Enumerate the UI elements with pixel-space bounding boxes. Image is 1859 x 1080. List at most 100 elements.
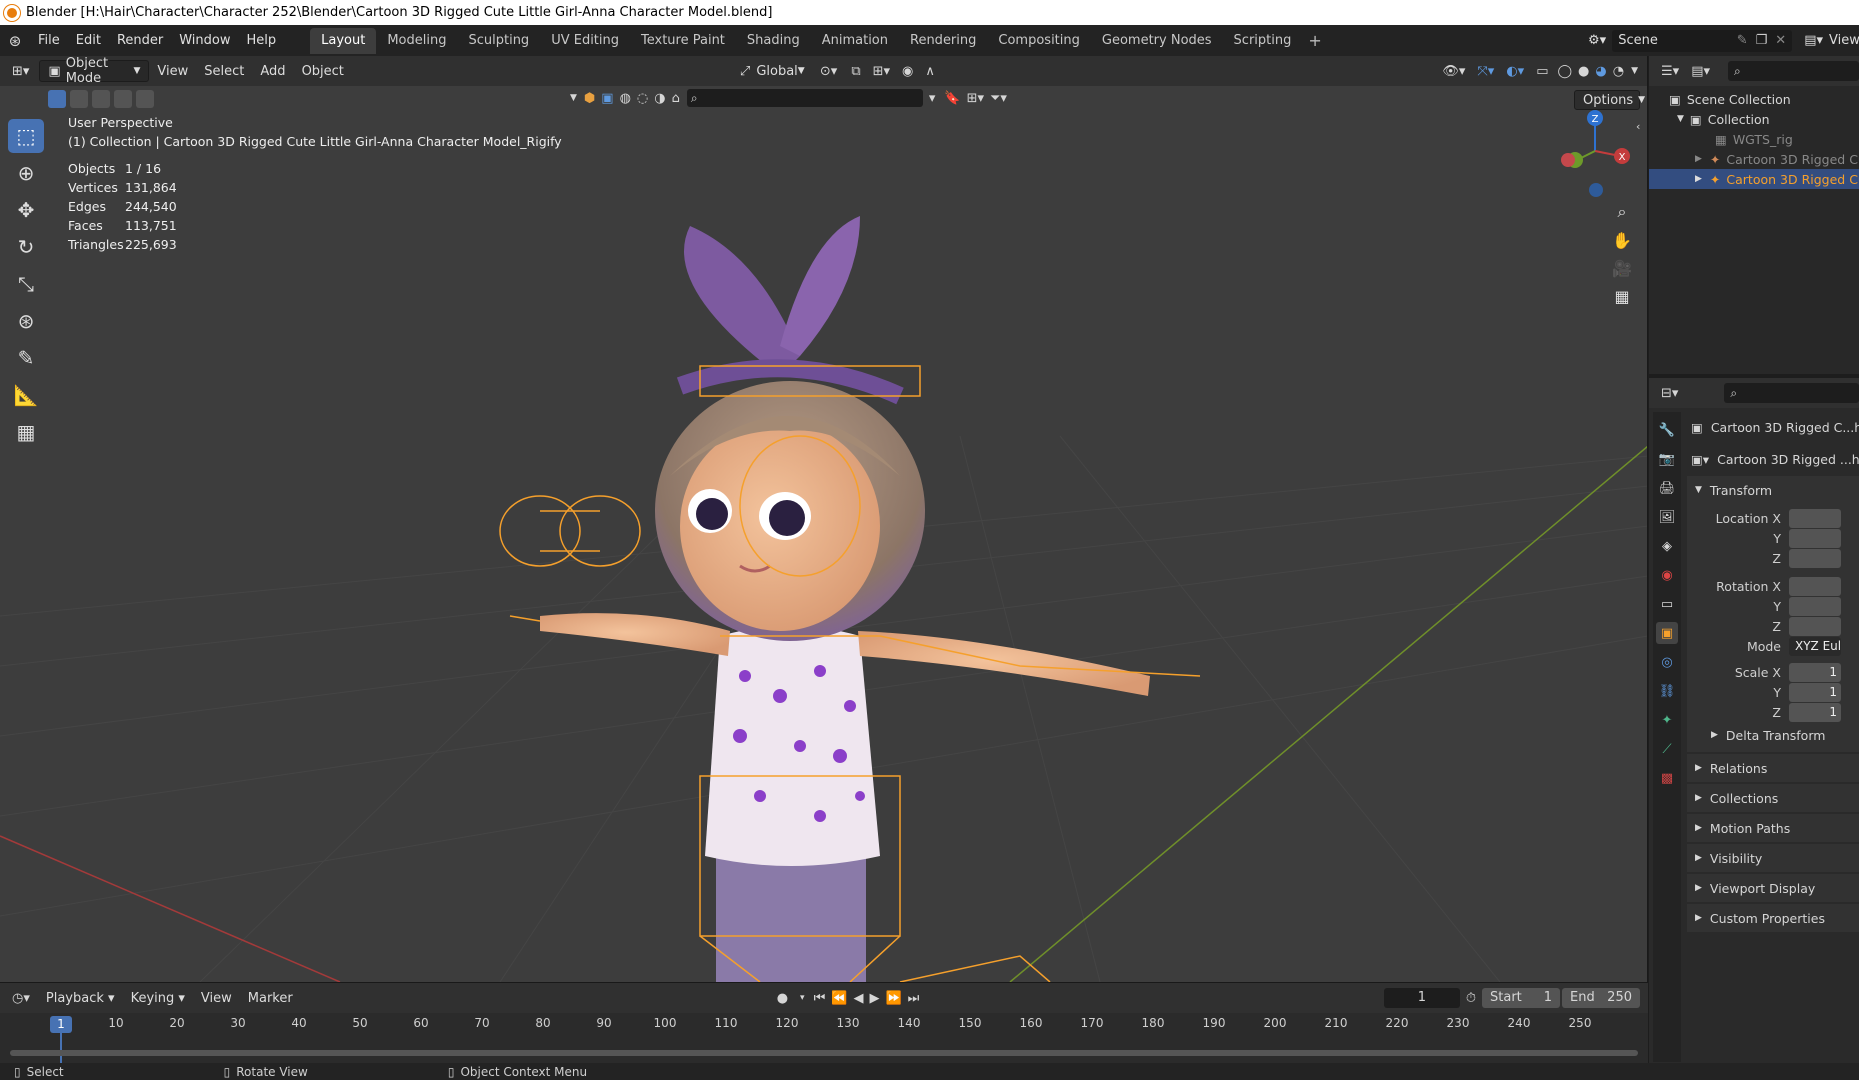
scale-x-field[interactable]: 1 — [1789, 662, 1841, 682]
rendered-shading-icon[interactable]: ◔ — [1610, 64, 1627, 79]
rotation-y-field[interactable] — [1789, 596, 1841, 616]
view-layer-tab-icon[interactable]: 🖼 — [1656, 506, 1678, 528]
vp-menu-object[interactable]: Object — [294, 64, 352, 79]
motion-paths-panel[interactable]: ▶ Motion Paths — [1687, 814, 1859, 842]
record-options-icon[interactable]: ▾ — [794, 993, 811, 1003]
new-scene-icon[interactable]: ❐ — [1756, 33, 1768, 48]
cursor-tool[interactable]: ⊕ — [8, 156, 44, 190]
world-tab-icon[interactable]: ◉ — [1656, 564, 1678, 586]
delete-scene-icon[interactable]: ✕ — [1775, 33, 1786, 48]
tool-tab-icon[interactable]: 🔧 — [1656, 419, 1678, 441]
funnel-icon[interactable]: ⏷▾ — [987, 91, 1010, 106]
tab-compositing[interactable]: Compositing — [987, 28, 1091, 54]
menu-window[interactable]: Window — [171, 29, 238, 53]
object-tab-icon[interactable]: ▣ — [1656, 622, 1678, 644]
options-dropdown[interactable]: Options ▼ — [1574, 90, 1645, 110]
scene-selector[interactable]: Scene ✎ ❐ ✕ — [1612, 29, 1793, 52]
display-mode-icon[interactable]: ▤▾ — [1685, 64, 1716, 79]
tab-rendering[interactable]: Rendering — [899, 28, 987, 54]
measure-tool[interactable]: 📐 — [8, 378, 44, 412]
pan-hand-icon[interactable]: ✋ — [1608, 226, 1636, 254]
visibility-icon[interactable]: 👁▾ — [1436, 64, 1471, 79]
menu-help[interactable]: Help — [239, 29, 285, 53]
ortho-grid-icon[interactable]: ▦ — [1608, 282, 1636, 310]
bone-tab-icon[interactable]: ⟋ — [1656, 738, 1678, 760]
gizmo-neg-x[interactable] — [1561, 153, 1575, 167]
outliner-item[interactable]: ▦ WGTS_rig — [1649, 129, 1859, 149]
gizmo-toggle-icon[interactable]: ⤧▾ — [1471, 64, 1500, 79]
render-tab-icon[interactable]: 📷 — [1656, 448, 1678, 470]
play-icon[interactable]: ▶ — [866, 991, 882, 1006]
overlay-toggle-icon[interactable]: ◐▾ — [1500, 64, 1530, 79]
light-filter-icon[interactable]: ◌ — [634, 91, 651, 106]
collections-panel[interactable]: ▶ Collections — [1687, 784, 1859, 812]
scale-y-field[interactable]: 1 — [1789, 682, 1841, 702]
add-workspace-icon[interactable]: + — [1302, 31, 1327, 50]
properties-editor-icon[interactable]: ⊟▾ — [1649, 386, 1684, 401]
snap-icon[interactable]: ⧉ — [845, 64, 866, 79]
3d-viewport[interactable]: Z X ⊞▾ ▣ Object Mode ▼ View Select Add O… — [0, 56, 1648, 982]
texture-tab-icon[interactable]: ▩ — [1656, 767, 1678, 789]
sidebar-toggle-icon[interactable]: ‹ — [1636, 120, 1640, 133]
orientation-dropdown[interactable]: ⤢ Global ▼ — [732, 60, 812, 82]
select-subtract-icon[interactable] — [92, 90, 110, 108]
output-tab-icon[interactable]: 🖨 — [1656, 477, 1678, 499]
tab-layout[interactable]: Layout — [310, 27, 377, 54]
camera-view-icon[interactable]: 🎥 — [1608, 254, 1636, 282]
world-filter-icon[interactable]: ◑ — [651, 91, 668, 106]
tab-sculpting[interactable]: Sculpting — [457, 28, 540, 54]
viewport-display-panel[interactable]: ▶ Viewport Display — [1687, 874, 1859, 902]
view-layer-name[interactable]: ViewL — [1829, 33, 1859, 48]
blender-menu-icon[interactable]: ⊛ — [0, 32, 30, 50]
collection-tab-icon[interactable]: ▭ — [1656, 593, 1678, 615]
transform-panel-header[interactable]: ▼ Transform — [1687, 476, 1859, 504]
rotation-z-field[interactable] — [1789, 616, 1841, 636]
jump-start-icon[interactable]: ⏮ — [811, 991, 829, 1006]
physics-tab-icon[interactable]: ◎ — [1656, 651, 1678, 673]
material-shading-icon[interactable]: ◕ — [1592, 64, 1609, 79]
expand-right-icon[interactable]: ▶ — [1695, 174, 1702, 184]
rotation-mode-dropdown[interactable]: XYZ Eule — [1789, 636, 1841, 656]
object-filter-icon[interactable]: ▣ — [598, 91, 616, 106]
vp-menu-add[interactable]: Add — [252, 64, 293, 79]
gizmo-neg-z[interactable] — [1589, 183, 1603, 197]
pivot-icon[interactable]: ⊙▾ — [812, 64, 845, 79]
next-key-icon[interactable]: ⏩ — [882, 991, 904, 1006]
bookmark-icon[interactable]: 🔖 — [941, 91, 963, 106]
tab-scripting[interactable]: Scripting — [1223, 28, 1303, 54]
camera-filter-icon[interactable]: ⌂ — [669, 91, 683, 106]
tab-modeling[interactable]: Modeling — [376, 28, 457, 54]
tab-texture-paint[interactable]: Texture Paint — [630, 28, 736, 54]
snap-target-icon[interactable]: ⊞▾ — [867, 64, 896, 79]
expand-down-icon[interactable]: ▼ — [1677, 114, 1684, 124]
select-box-tool[interactable]: ⬚ — [8, 119, 44, 153]
object-type-icon[interactable]: ▣▾ — [1691, 452, 1709, 467]
zoom-icon[interactable]: ⌕ — [1608, 198, 1636, 226]
outliner-item-selected[interactable]: ▶ ✦ Cartoon 3D Rigged Cute — [1649, 169, 1859, 189]
timeline-menu-keying[interactable]: Keying ▾ — [123, 991, 193, 1006]
xray-icon[interactable]: ▭ — [1530, 64, 1554, 79]
vp-menu-select[interactable]: Select — [196, 64, 252, 79]
record-icon[interactable]: ● — [771, 991, 794, 1006]
scene-tab-icon[interactable]: ◈ — [1656, 535, 1678, 557]
object-data-row[interactable]: ▣▾ Cartoon 3D Rigged ...hara — [1687, 442, 1859, 476]
outliner-collection[interactable]: ▼ ▣ Collection — [1649, 109, 1859, 129]
rotation-x-field[interactable] — [1789, 576, 1841, 596]
solid-shading-icon[interactable]: ● — [1575, 64, 1592, 79]
jump-end-icon[interactable]: ⏭ — [905, 991, 923, 1006]
scene-data-icon[interactable]: ⬢ — [581, 91, 598, 106]
select-extend-icon[interactable] — [70, 90, 88, 108]
timeline[interactable]: ◷▾ Playback ▾ Keying ▾ View Marker ● ▾ ⏮… — [0, 982, 1648, 1063]
expand-right-icon[interactable]: ▶ — [1695, 154, 1702, 164]
start-frame-field[interactable]: Start 1 — [1482, 988, 1560, 1008]
shading-options-icon[interactable]: ▼ — [1627, 66, 1647, 76]
frame-indicator[interactable]: 1 — [50, 1016, 72, 1033]
timeline-scrollbar[interactable] — [10, 1050, 1638, 1056]
properties-editor[interactable]: ⊟▾ ⌕ 🔧 📷 🖨 🖼 ◈ ◉ ▭ ▣ ◎ ⛓ ✦ ⟋ ▩ ▣ Cartoon… — [1649, 378, 1859, 1063]
select-invert-icon[interactable] — [114, 90, 132, 108]
armature-data-tab-icon[interactable]: ✦ — [1656, 709, 1678, 731]
viewport-search-input[interactable]: ⌕ — [686, 89, 923, 107]
custom-properties-panel[interactable]: ▶ Custom Properties — [1687, 904, 1859, 932]
end-frame-field[interactable]: End 250 — [1562, 988, 1640, 1008]
timeline-menu-playback[interactable]: Playback ▾ — [38, 991, 123, 1006]
